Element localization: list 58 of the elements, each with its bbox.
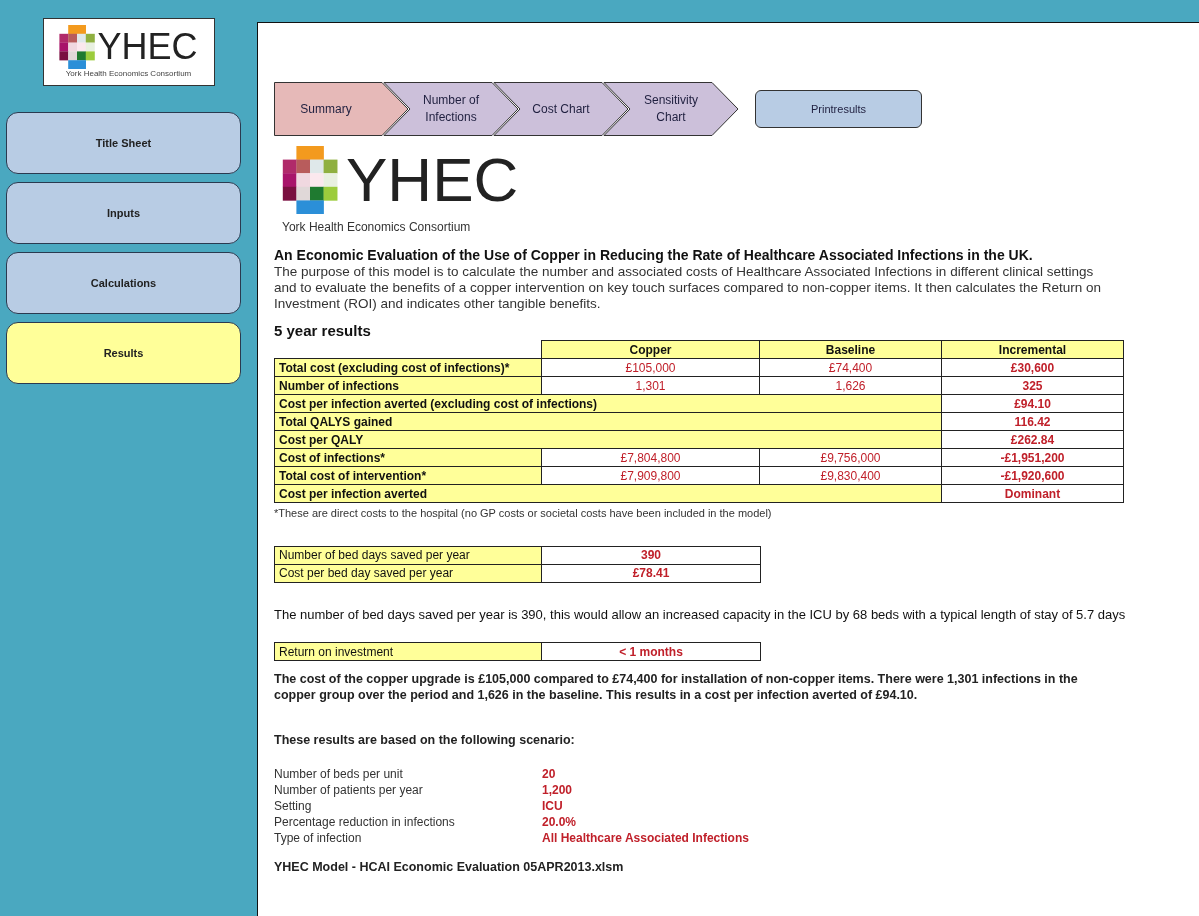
- column-header: Copper: [541, 340, 760, 359]
- table-cell: £94.10: [941, 394, 1124, 413]
- scenario-value: All Healthcare Associated Infections: [542, 829, 749, 846]
- table-cell: £7,909,800: [541, 466, 760, 485]
- table-cell: £30,600: [941, 358, 1124, 377]
- table-cell: Dominant: [941, 484, 1124, 503]
- scenario-heading: These results are based on the following scenario:: [274, 732, 576, 749]
- table-cell: -£1,920,600: [941, 466, 1124, 485]
- bed-days-note: The number of bed days saved per year is 390, this would allow an increased capacity in the ICU by 68 beds with a typical length of stay of 5.7 days: [274, 605, 1127, 624]
- results-heading: 5 year results: [274, 322, 372, 340]
- column-header: Baseline: [759, 340, 942, 359]
- logo-tagline: York Health Economics Consortium: [65, 69, 192, 79]
- scenario-value: ICU: [542, 797, 563, 814]
- scenario-label: Number of patients per year: [274, 781, 424, 798]
- sidebar-nav-button[interactable]: Title Sheet: [6, 112, 241, 174]
- file-name: YHEC Model - HCAI Economic Evaluation 05APR2013.xlsm: [274, 858, 625, 876]
- scenario-value: 20.0%: [542, 813, 577, 830]
- logo-tagline: York Health Economics Consortium: [282, 219, 472, 236]
- scenario-value: 20: [542, 765, 556, 782]
- table-cell: 1,301: [541, 376, 760, 395]
- print-results-button[interactable]: Printresults: [755, 90, 922, 128]
- table-cell: £74,400: [759, 358, 942, 377]
- row-label: Return on investment: [274, 642, 542, 661]
- step-tab[interactable]: Cost Chart: [494, 100, 604, 118]
- table-cell: £105,000: [541, 358, 760, 377]
- footnote: *These are direct costs to the hospital (no GP costs or societal costs have been included in the model): [274, 506, 773, 521]
- table-cell: £78.41: [541, 564, 761, 582]
- scenario-label: Type of infection: [274, 829, 363, 846]
- step-tab[interactable]: Sensitivity Chart: [604, 92, 714, 126]
- table-cell: £262.84: [941, 430, 1124, 449]
- table-cell: < 1 months: [541, 642, 761, 661]
- scenario-value: 1,200: [542, 781, 573, 798]
- table-cell: 1,626: [759, 376, 942, 395]
- intro-paragraph: The purpose of this model is to calculate the number and associated costs of Healthcare Associated Infections in different clinical settings and to evaluate the benefits of a copper intervention on key touch surfaces compared to non-copper items. It then calculates the Return on Investment (ROI) and indicates other tangible benefits.: [274, 264, 1102, 312]
- logo-mark-icon: [59, 25, 96, 69]
- column-header: Incremental: [941, 340, 1124, 359]
- report-title: An Economic Evaluation of the Use of Copper in Reducing the Rate of Healthcare Associated Infections in the UK.: [274, 246, 1034, 264]
- table-cell: 390: [541, 546, 761, 564]
- scenario-label: Setting: [274, 797, 313, 814]
- summary-paragraph: The cost of the copper upgrade is £105,000 compared to £74,400 for installation of non-copper items. There were 1,301 infections in the copper group over the period and 1,626 in the baseline. This results in a cost per infection averted of £94.10.: [274, 671, 1079, 703]
- logo-wordmark: YHEC: [346, 148, 519, 212]
- table-cell: £9,830,400: [759, 466, 942, 485]
- step-tab[interactable]: Number of Infections: [384, 92, 494, 126]
- table-cell: £9,756,000: [759, 448, 942, 467]
- logo-mark-icon: [282, 146, 338, 214]
- sidebar-nav-button[interactable]: Calculations: [6, 252, 241, 314]
- sidebar-nav-button[interactable]: Inputs: [6, 182, 241, 244]
- sidebar-nav-button[interactable]: Results: [6, 322, 241, 384]
- table-cell: 325: [941, 376, 1124, 395]
- table-cell: £7,804,800: [541, 448, 760, 467]
- scenario-label: Number of beds per unit: [274, 765, 404, 782]
- step-tab[interactable]: Summary: [274, 100, 384, 118]
- row-label: Total cost (excluding cost of infections)*: [274, 358, 542, 377]
- table-cell: 116.42: [941, 412, 1124, 431]
- table-cell: -£1,951,200: [941, 448, 1124, 467]
- scenario-label: Percentage reduction in infections: [274, 813, 456, 830]
- logo-wordmark: YHEC: [97, 27, 198, 67]
- row-label: Number of bed days saved per year: [274, 546, 542, 564]
